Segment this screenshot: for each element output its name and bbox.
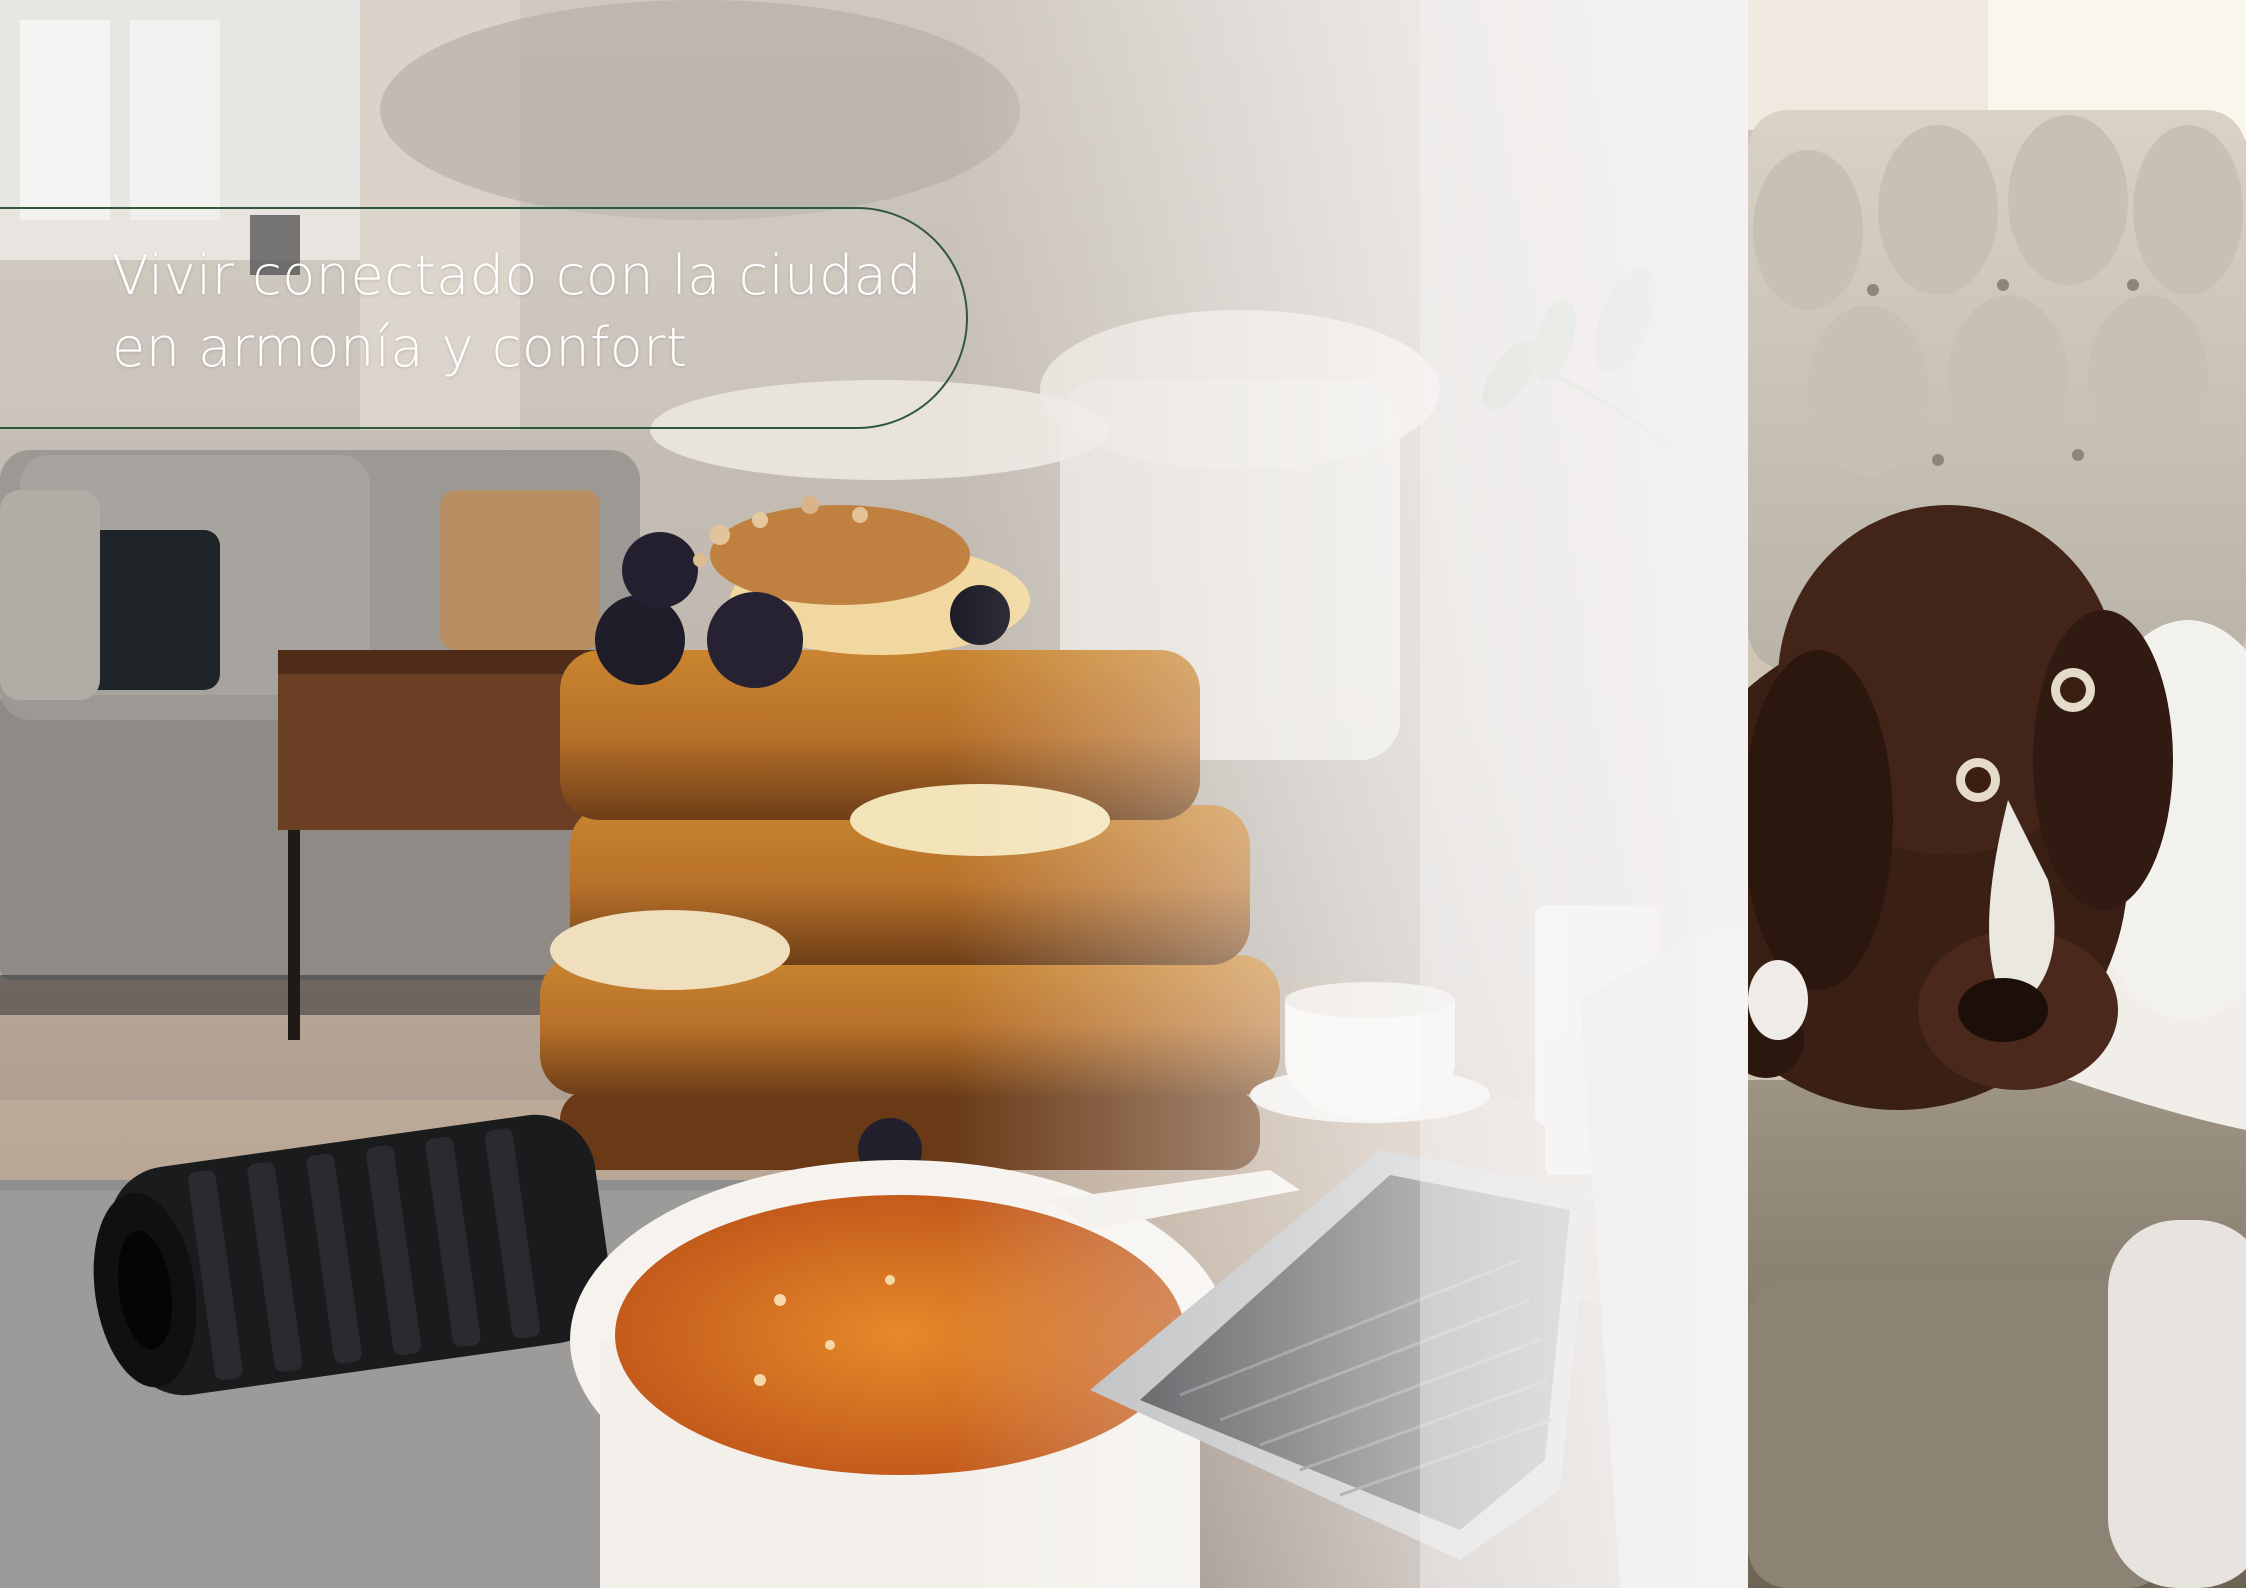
- tagline-line-1: Vivir conectado con la ciudad: [112, 244, 923, 307]
- puppy-on-sofa-image: [1748, 0, 2246, 1588]
- tagline-text: Vivir conectado con la ciudad en armonía…: [112, 240, 972, 384]
- tagline-line-2: en armonía y confort: [112, 316, 688, 379]
